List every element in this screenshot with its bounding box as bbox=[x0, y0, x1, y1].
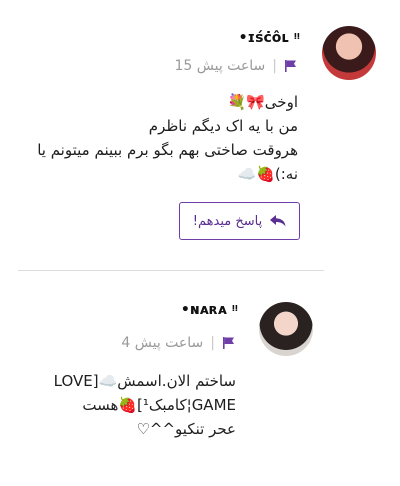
comment-body: ساختم الان.اسمش☁️[LOVE GAME¦کامبک¹]🍓هست … bbox=[53, 372, 236, 438]
comment-2: •ɴᴀʀᴀ ᵎᵎ 4 ساعت پیش | ساختم الان.اسمش☁️[… bbox=[0, 271, 400, 486]
comment-meta: 4 ساعت پیش | bbox=[121, 335, 236, 351]
reply-arrow-icon bbox=[270, 215, 286, 227]
flag-icon[interactable] bbox=[222, 336, 236, 350]
meta-separator: | bbox=[210, 335, 215, 351]
username[interactable]: •ɪśċôʟ ᵎᵎ bbox=[239, 30, 300, 46]
username[interactable]: •ɴᴀʀᴀ ᵎᵎ bbox=[181, 302, 238, 318]
avatar[interactable] bbox=[322, 26, 376, 80]
meta-separator: | bbox=[272, 58, 277, 74]
flag-icon[interactable] bbox=[284, 59, 298, 73]
avatar[interactable] bbox=[259, 302, 313, 356]
comment-meta: 15 ساعت پیش | bbox=[174, 58, 298, 74]
time-ago: 4 ساعت پیش bbox=[121, 335, 204, 351]
comment-1: •ɪśċôʟ ᵎᵎ 15 ساعت پیش | اوخی🎀💐 من با یه … bbox=[0, 0, 400, 270]
reply-label: پاسخ میدهم! bbox=[192, 213, 263, 229]
comment-body: اوخی🎀💐 من با یه اک دیگم ناظرم هروقت صاخت… bbox=[37, 93, 298, 183]
reply-button[interactable]: پاسخ میدهم! bbox=[179, 202, 300, 240]
time-ago: 15 ساعت پیش bbox=[174, 58, 266, 74]
